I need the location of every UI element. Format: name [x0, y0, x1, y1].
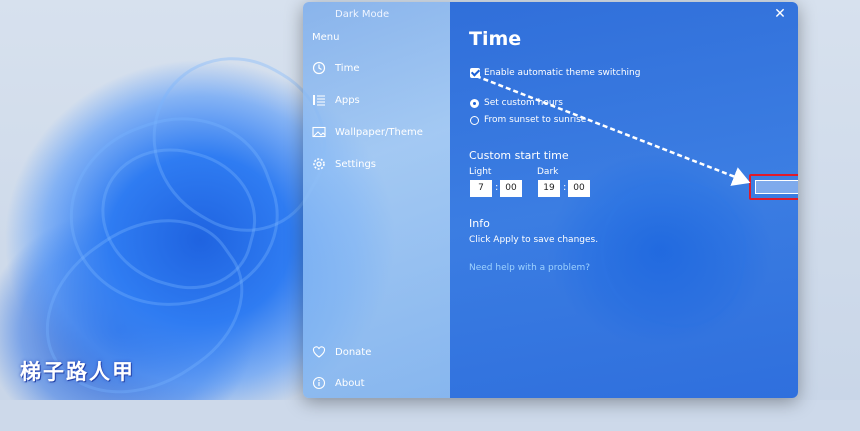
sidebar-item-settings[interactable]: Settings	[311, 154, 443, 174]
heart-icon	[311, 344, 327, 360]
sidebar-item-donate[interactable]: Donate	[311, 342, 443, 362]
wallpaper-icon	[311, 124, 327, 140]
radio-custom-hours[interactable]: Set custom hours	[470, 98, 563, 108]
time-page: ✕ Time Enable automatic theme switching …	[450, 2, 798, 398]
apply-button-highlight[interactable]	[749, 174, 798, 200]
menu-label: Menu	[312, 32, 340, 43]
auto-switch-checkbox[interactable]	[470, 68, 480, 78]
light-minute-input[interactable]: 00	[500, 180, 522, 197]
light-hour-input[interactable]: 7	[470, 180, 492, 197]
help-link[interactable]: Need help with a problem?	[469, 263, 590, 273]
radio-custom-label: Set custom hours	[484, 98, 563, 108]
radio-sunset-sunrise[interactable]: From sunset to sunrise	[470, 115, 586, 125]
sidebar-item-label: Time	[335, 62, 360, 74]
apps-list-icon	[311, 92, 327, 108]
info-title: Info	[469, 217, 490, 230]
sidebar-item-time[interactable]: Time	[311, 58, 443, 78]
apply-button[interactable]	[755, 180, 798, 194]
dark-mode-window: Dark Mode Menu Time Apps Wallpaper/Theme	[303, 2, 798, 398]
sidebar-item-label: Donate	[335, 346, 372, 358]
sidebar-item-apps[interactable]: Apps	[311, 90, 443, 110]
gear-icon	[311, 156, 327, 172]
sidebar-item-label: Settings	[335, 158, 377, 170]
time-colon: :	[495, 182, 499, 193]
sidebar: Dark Mode Menu Time Apps Wallpaper/Theme	[303, 2, 450, 398]
dark-label: Dark	[537, 167, 559, 177]
app-title: Dark Mode	[335, 9, 390, 20]
auto-switch-row[interactable]: Enable automatic theme switching	[470, 68, 640, 78]
sidebar-item-label: Apps	[335, 94, 360, 106]
sidebar-item-label: Wallpaper/Theme	[335, 126, 423, 138]
info-text: Click Apply to save changes.	[469, 235, 599, 245]
radio-sunset-label: From sunset to sunrise	[484, 115, 587, 125]
radio-button-selected[interactable]	[470, 98, 479, 108]
sidebar-item-wallpaper-theme[interactable]: Wallpaper/Theme	[311, 122, 443, 142]
close-button[interactable]: ✕	[772, 6, 788, 22]
watermark-text: 梯子路人甲	[20, 360, 135, 384]
dark-minute-input[interactable]: 00	[568, 180, 590, 197]
clock-icon	[311, 60, 327, 76]
sidebar-item-about[interactable]: About	[311, 373, 443, 393]
time-colon: :	[563, 182, 567, 193]
info-icon	[311, 375, 327, 391]
dark-hour-input[interactable]: 19	[538, 180, 560, 197]
page-title: Time	[469, 28, 522, 50]
radio-button[interactable]	[470, 115, 479, 125]
sidebar-item-label: About	[335, 377, 365, 389]
auto-switch-label: Enable automatic theme switching	[484, 68, 641, 78]
annotation-arrow	[475, 74, 751, 186]
light-label: Light	[469, 167, 492, 177]
custom-start-title: Custom start time	[469, 149, 569, 162]
